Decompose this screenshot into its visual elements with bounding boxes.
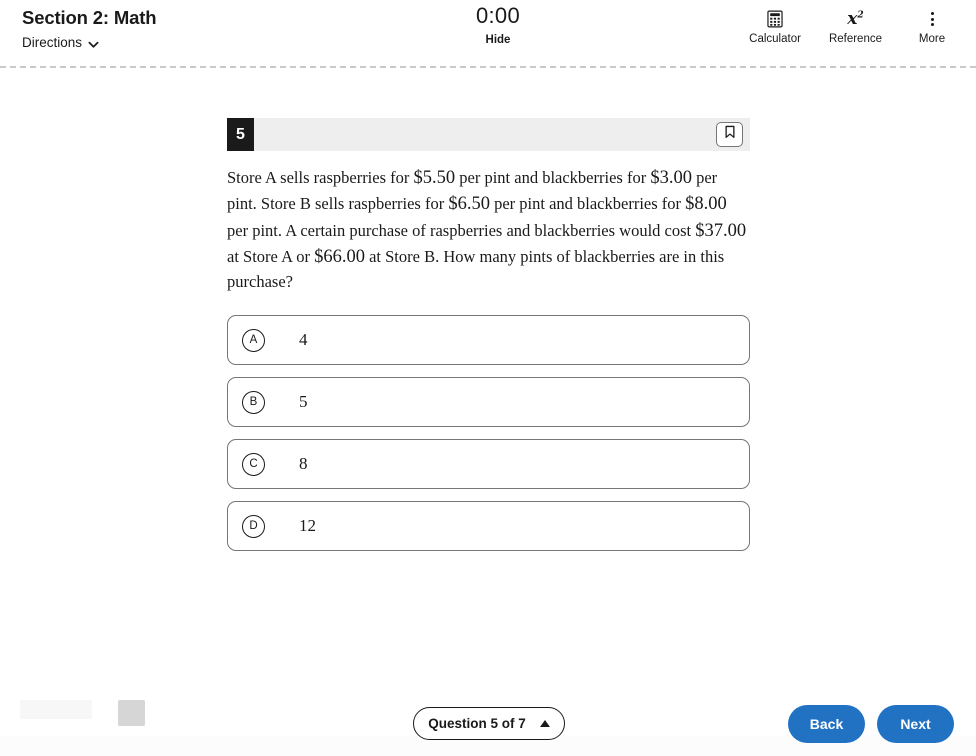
stem-part-1: Store A sells raspberries for — [227, 168, 414, 187]
timer-group: 0:00 Hide — [320, 0, 676, 46]
choice-text-d: 12 — [299, 516, 316, 536]
choice-text-c: 8 — [299, 454, 308, 474]
stem-part-6: at Store A or — [227, 246, 315, 266]
bottom-navigation-bar: Question 5 of 7 Back Next — [0, 686, 976, 756]
answer-choices-list: A 4 B 5 C 8 D 12 — [227, 315, 750, 552]
back-button[interactable]: Back — [788, 705, 865, 743]
more-button[interactable]: More — [910, 8, 954, 45]
question-header-bar: 5 — [227, 118, 750, 151]
redacted-student-name — [20, 700, 92, 719]
directions-button[interactable]: Directions — [22, 35, 99, 50]
answer-choice-c[interactable]: C 8 — [227, 439, 750, 490]
toolbar-right-group: Calculator x2 Reference More — [676, 0, 976, 45]
bookmark-button[interactable] — [716, 122, 743, 147]
timer-value: 0:00 — [475, 3, 521, 28]
stem-part-4: per pint and blackberries for — [489, 194, 686, 214]
stem-part-5: per pint. A certain purchase of raspberr… — [227, 220, 696, 240]
question-navigator-label: Question 5 of 7 — [428, 716, 526, 731]
price-blackberry-store-b: $8.00 — [685, 194, 727, 215]
total-cost-store-a: $37.00 — [695, 220, 747, 241]
more-vertical-dots-icon — [930, 8, 934, 30]
more-label: More — [918, 33, 946, 45]
question-stem: Store A sells raspberries for $5.50 per … — [227, 165, 750, 293]
test-app-window: Section 2: Math Directions 0:00 Hide Cal… — [0, 0, 976, 756]
nav-buttons-group: Back Next — [788, 705, 954, 743]
choice-text-a: 4 — [299, 330, 308, 350]
top-toolbar: Section 2: Math Directions 0:00 Hide Cal… — [0, 0, 976, 66]
stem-part-2: per pint and blackberries for — [455, 168, 651, 187]
x-squared-base: x — [847, 8, 858, 29]
choice-letter-a: A — [242, 328, 265, 352]
x-squared-exponent: 2 — [857, 9, 864, 20]
toolbar-left-group: Section 2: Math Directions — [0, 0, 320, 52]
choice-letter-d: D — [242, 514, 265, 538]
price-blackberry-store-a: $3.00 — [650, 168, 692, 188]
caret-up-icon — [539, 720, 550, 727]
calculator-button[interactable]: Calculator — [749, 8, 801, 45]
next-button[interactable]: Next — [877, 705, 954, 743]
calculator-label: Calculator — [749, 33, 801, 45]
question-content-area: 5 Store A sells raspberries for $5.50 pe… — [0, 66, 976, 686]
price-raspberry-store-b: $6.50 — [448, 194, 490, 215]
answer-choice-b[interactable]: B 5 — [227, 377, 750, 428]
bookmark-icon — [724, 125, 736, 144]
chevron-down-icon — [88, 37, 99, 48]
timer-hide-button[interactable]: Hide — [486, 34, 511, 46]
choice-letter-b: B — [242, 390, 265, 414]
question-panel: 5 Store A sells raspberries for $5.50 pe… — [227, 118, 750, 552]
total-cost-store-b: $66.00 — [314, 246, 365, 267]
choice-letter-c: C — [242, 452, 265, 476]
page-title: Section 2: Math — [22, 7, 157, 28]
answer-choice-a[interactable]: A 4 — [227, 315, 750, 366]
directions-label: Directions — [22, 35, 83, 51]
redacted-block — [118, 700, 145, 726]
question-number-badge: 5 — [227, 118, 254, 151]
question-navigator-button[interactable]: Question 5 of 7 — [413, 707, 565, 740]
calculator-icon — [767, 8, 783, 30]
reference-label: Reference — [828, 33, 882, 45]
answer-choice-d[interactable]: D 12 — [227, 501, 750, 552]
choice-text-b: 5 — [299, 392, 308, 412]
price-raspberry-store-a: $5.50 — [413, 168, 456, 188]
x-squared-icon: x2 — [847, 8, 863, 30]
reference-button[interactable]: x2 Reference — [829, 8, 882, 45]
